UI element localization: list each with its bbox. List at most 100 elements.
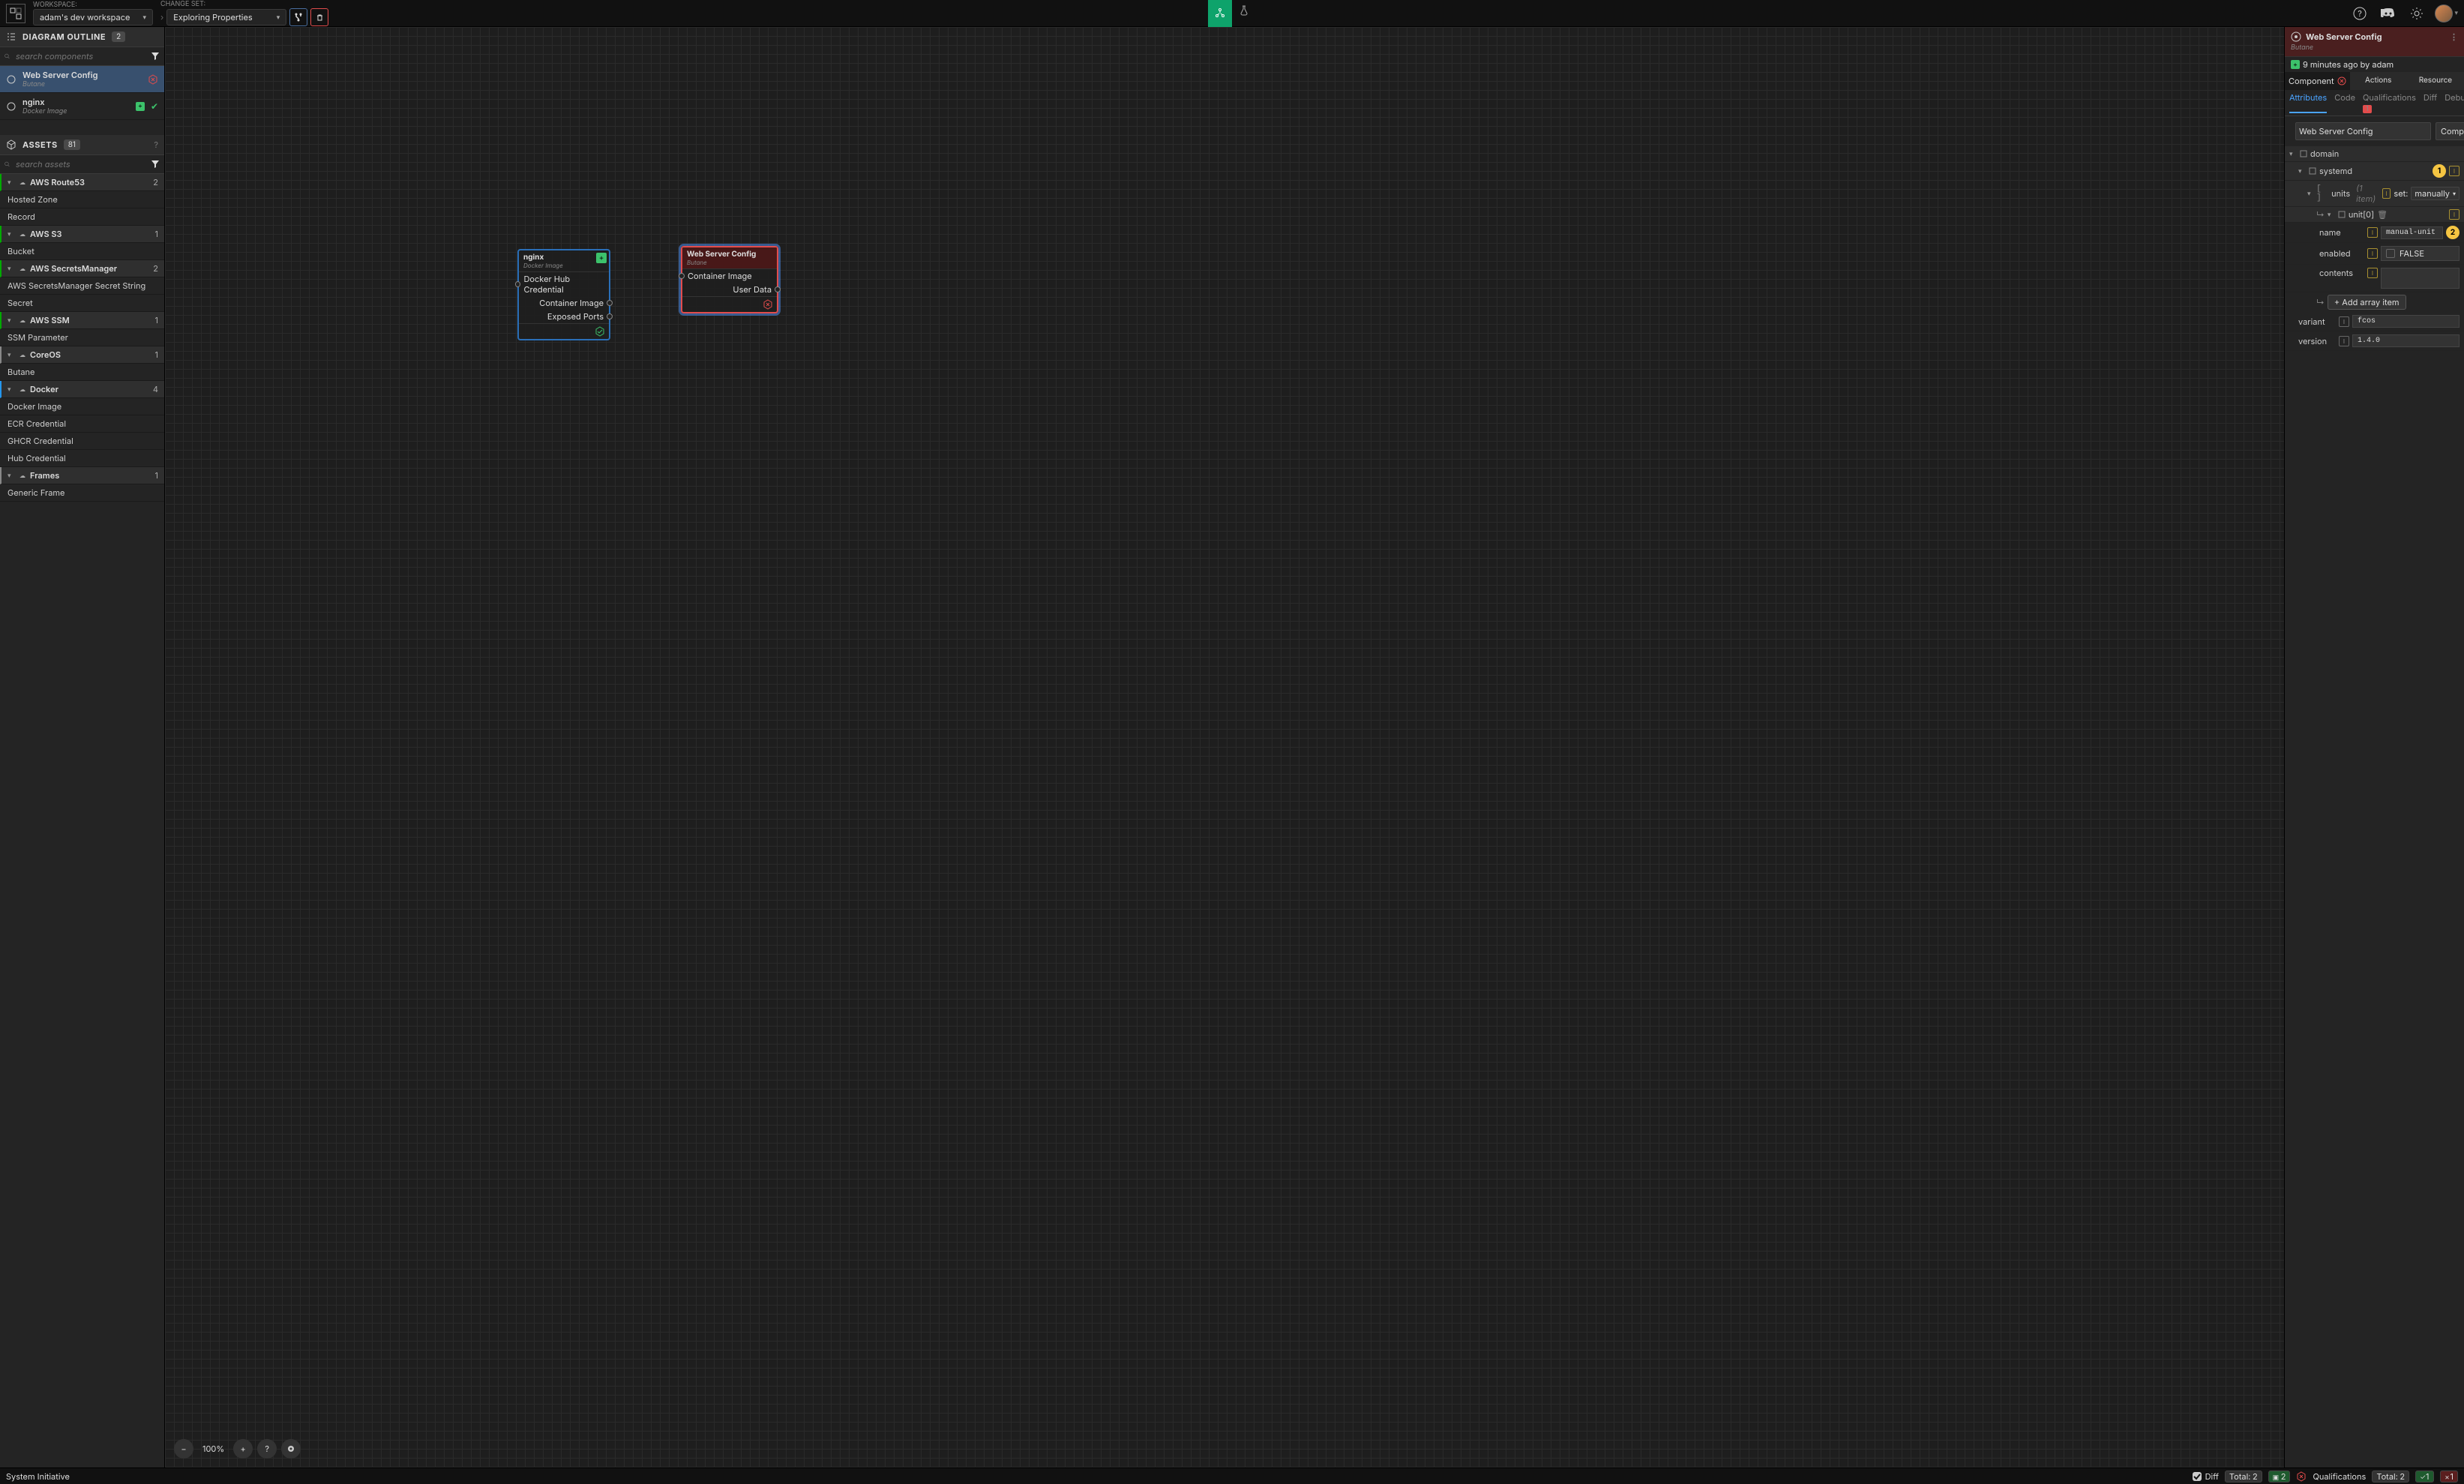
asset-group[interactable]: ▾☁AWS Route532 xyxy=(0,174,164,191)
field-variant-input[interactable]: fcos xyxy=(2352,315,2460,328)
help-button[interactable]: ? xyxy=(2349,3,2370,24)
asset-item[interactable]: Secret xyxy=(0,295,164,312)
asset-group[interactable]: ▾☁AWS SSM1 xyxy=(0,312,164,329)
checkbox[interactable] xyxy=(2386,249,2395,258)
provider-icon: ☁ xyxy=(19,351,25,358)
outline-item[interactable]: Web Server ConfigButane xyxy=(0,66,164,93)
asset-item[interactable]: GHCR Credential xyxy=(0,433,164,450)
asset-item[interactable]: Hosted Zone xyxy=(0,191,164,208)
field-version-input[interactable]: 1.4.0 xyxy=(2352,334,2460,347)
asset-group[interactable]: ▾☁Frames1 xyxy=(0,467,164,484)
asset-item[interactable]: Hub Credential xyxy=(0,450,164,467)
asset-group[interactable]: ▾☁AWS SecretsManager2 xyxy=(0,260,164,277)
app-logo[interactable] xyxy=(6,4,25,23)
asset-item[interactable]: Docker Image xyxy=(0,398,164,415)
attr-units[interactable]: ▾[ ]units (1 item) I set: manually▾ xyxy=(2285,181,2464,207)
subtab-attributes[interactable]: Attributes xyxy=(2289,92,2327,113)
attr-domain[interactable]: ▾domain xyxy=(2285,146,2464,162)
units-count: (1 item) xyxy=(2356,183,2379,204)
asset-item[interactable]: Record xyxy=(0,208,164,226)
asset-item[interactable]: Bucket xyxy=(0,243,164,260)
text-cursor-icon[interactable]: I xyxy=(2449,209,2460,220)
zoom-out-button[interactable]: − xyxy=(174,1439,193,1459)
node-port-in[interactable]: Docker Hub Credential xyxy=(519,272,609,296)
settings-icon[interactable] xyxy=(2406,3,2427,24)
callout-1: 1 xyxy=(2433,164,2446,178)
node-port-out[interactable]: Container Image xyxy=(519,296,609,310)
asset-item[interactable]: SSM Parameter xyxy=(0,329,164,346)
field-enabled-input[interactable]: FALSE xyxy=(2381,246,2460,261)
subtab-debug[interactable]: Debug xyxy=(2445,92,2464,113)
node-port-out[interactable]: User Data xyxy=(682,283,777,296)
text-cursor-icon[interactable]: I xyxy=(2339,336,2349,346)
list-icon xyxy=(6,31,16,42)
changeset-select[interactable]: Exploring Properties ▾ xyxy=(166,9,286,25)
model-tab[interactable] xyxy=(1208,0,1232,27)
delete-icon[interactable]: 🗑 xyxy=(2377,209,2388,220)
diff-toggle[interactable]: Diff xyxy=(2192,1471,2219,1482)
add-array-item-button[interactable]: + Add array item xyxy=(2328,295,2406,310)
help-icon[interactable]: ? xyxy=(154,139,158,150)
node-nginx[interactable]: + nginxDocker Image Docker Hub Credentia… xyxy=(517,249,610,340)
node-port-in[interactable]: Container Image xyxy=(682,269,777,283)
node-subtitle: Butane xyxy=(687,259,756,266)
filter-icon[interactable] xyxy=(151,52,160,61)
zoom-help-button[interactable]: ? xyxy=(257,1439,277,1459)
filter-icon[interactable] xyxy=(151,160,160,169)
attr-systemd[interactable]: ▾systemd 1 I xyxy=(2285,162,2464,181)
subtab-code[interactable]: Code xyxy=(2334,92,2355,113)
text-cursor-icon[interactable]: I xyxy=(2449,166,2460,176)
subtab-qualifications[interactable]: Qualifications 1 xyxy=(2363,92,2416,113)
outline-count: 2 xyxy=(112,31,125,42)
canvas[interactable]: + nginxDocker Image Docker Hub Credentia… xyxy=(165,27,2284,1468)
asset-item[interactable]: Butane xyxy=(0,364,164,381)
attr-unit-0[interactable]: ↳▾unit[0] 🗑 I xyxy=(2285,207,2464,223)
provider-icon: ☁ xyxy=(19,265,25,272)
set-mode-select[interactable]: manually▾ xyxy=(2411,187,2460,200)
text-cursor-icon[interactable]: I xyxy=(2339,316,2349,327)
zoom-fit-button[interactable] xyxy=(281,1439,301,1459)
chevron-down-icon: ▾ xyxy=(7,472,15,480)
inspector-title: Web Server Config xyxy=(2306,31,2382,42)
field-contents-input[interactable] xyxy=(2381,268,2460,289)
lab-tab[interactable] xyxy=(1232,0,1256,21)
merge-button[interactable] xyxy=(289,8,307,26)
text-cursor-icon[interactable]: I xyxy=(2367,227,2378,238)
chevron-down-icon: ▾ xyxy=(7,178,15,187)
text-cursor-icon[interactable]: I xyxy=(2367,248,2378,259)
tab-resource[interactable]: Resource xyxy=(2407,72,2464,90)
chevron-right-icon: › xyxy=(160,12,163,22)
qualifications-label[interactable]: Qualifications xyxy=(2313,1471,2366,1482)
subtab-diff[interactable]: Diff xyxy=(2424,92,2437,113)
component-name-input[interactable] xyxy=(2295,122,2431,140)
asset-group[interactable]: ▾☁AWS S31 xyxy=(0,226,164,243)
workspace-select[interactable]: adam's dev workspace ▾ xyxy=(33,9,153,25)
more-icon[interactable]: ⋮ xyxy=(2450,31,2458,42)
text-cursor-icon[interactable]: I xyxy=(2367,268,2378,278)
field-name-input[interactable]: manual-unit xyxy=(2381,226,2443,239)
zoom-in-button[interactable]: + xyxy=(233,1439,253,1459)
assets-search-input[interactable] xyxy=(14,158,146,170)
text-cursor-icon[interactable]: I xyxy=(2382,188,2391,199)
asset-group[interactable]: ▾☁Docker4 xyxy=(0,381,164,398)
node-web-server-config[interactable]: Web Server ConfigButane Container Image … xyxy=(681,246,778,313)
user-menu[interactable]: ▾ xyxy=(2435,4,2458,22)
outline-search-input[interactable] xyxy=(14,50,146,62)
delete-changeset-button[interactable] xyxy=(310,8,328,26)
node-port-out[interactable]: Exposed Ports xyxy=(519,310,609,323)
asset-item[interactable]: Generic Frame xyxy=(0,484,164,502)
outline-header: DIAGRAM OUTLINE 2 xyxy=(0,27,164,47)
tab-component[interactable]: Component xyxy=(2285,72,2350,90)
field-version: version I 1.4.0 xyxy=(2285,331,2464,351)
tab-actions[interactable]: Actions xyxy=(2350,72,2407,90)
chevron-down-icon: ▾ xyxy=(7,351,15,359)
asset-group[interactable]: ▾☁CoreOS1 xyxy=(0,346,164,364)
outline-item[interactable]: nginxDocker Image+✔ xyxy=(0,93,164,120)
discord-icon[interactable] xyxy=(2378,3,2399,24)
provider-icon: ☁ xyxy=(19,230,25,238)
qual-red-badge: ✗1 xyxy=(2440,1471,2458,1483)
asset-item[interactable]: ECR Credential xyxy=(0,415,164,433)
provider-icon: ☁ xyxy=(19,385,25,393)
asset-item[interactable]: AWS SecretsManager Secret String xyxy=(0,277,164,295)
component-type-select[interactable]: Compon...▾ xyxy=(2436,122,2464,140)
